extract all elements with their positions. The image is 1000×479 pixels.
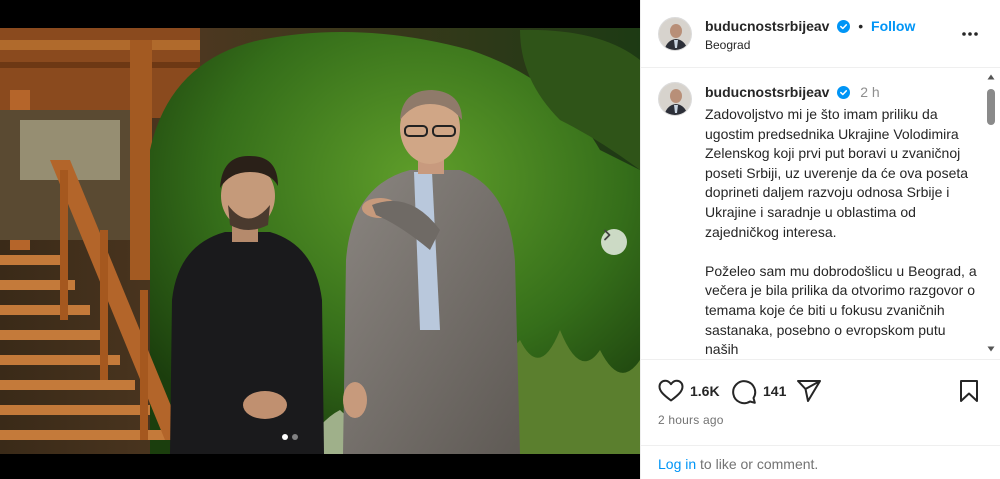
save-button[interactable] xyxy=(958,379,980,408)
caption-paragraph: Zadovoljstvo mi je što imam priliku da u… xyxy=(705,106,969,240)
scroll-down-arrow-icon[interactable] xyxy=(987,345,995,353)
caption-area[interactable]: buducnostsrbijeav 2 h Zadovoljstvo mi je… xyxy=(641,69,1000,359)
username-link[interactable]: buducnostsrbijeav xyxy=(705,18,829,34)
comments-count[interactable]: 141 xyxy=(763,383,786,399)
likes-count[interactable]: 1.6K xyxy=(690,383,720,399)
caption-text: Zadovoljstvo mi je što imam priliku da u… xyxy=(705,105,977,359)
carousel-next-button[interactable] xyxy=(601,229,627,255)
post-side-panel: buducnostsrbijeav • Follow Beograd buduc… xyxy=(640,0,1000,479)
login-prompt: Log in to like or comment. xyxy=(641,445,1000,479)
scrollbar-thumb[interactable] xyxy=(987,89,995,125)
login-prompt-text: to like or comment. xyxy=(696,456,819,472)
more-options-button[interactable] xyxy=(960,24,980,49)
carousel-indicators xyxy=(282,434,298,440)
avatar-image xyxy=(659,83,691,115)
share-button[interactable] xyxy=(796,379,822,408)
bookmark-icon xyxy=(960,380,978,402)
avatar[interactable] xyxy=(658,17,692,51)
avatar[interactable] xyxy=(658,82,692,116)
verified-badge-icon xyxy=(837,86,851,99)
share-icon xyxy=(797,380,821,402)
avatar-image xyxy=(659,18,691,50)
location-link[interactable]: Beograd xyxy=(705,38,750,52)
comment-icon xyxy=(732,380,757,405)
caption-username-link[interactable]: buducnostsrbijeav xyxy=(705,84,829,100)
caption-scrollbar[interactable] xyxy=(984,71,998,357)
chevron-right-icon xyxy=(604,229,611,241)
follow-button[interactable]: Follow xyxy=(871,18,915,34)
post-photo[interactable] xyxy=(0,0,640,479)
caption-paragraph: Poželeo sam mu dobrodošlicu u Beograd, a… xyxy=(705,262,977,358)
post-header: buducnostsrbijeav • Follow Beograd xyxy=(641,0,1000,68)
post-actions: 1.6K 141 2 hours ago xyxy=(641,359,1000,459)
carousel-dot-active xyxy=(282,434,288,440)
separator-dot: • xyxy=(858,18,864,34)
scroll-up-arrow-icon[interactable] xyxy=(987,73,995,81)
verified-badge-icon xyxy=(837,20,851,33)
heart-icon xyxy=(658,379,684,402)
carousel-dot xyxy=(292,434,298,440)
comment-button[interactable] xyxy=(731,379,757,410)
photo-illustration xyxy=(0,0,640,479)
instagram-post-modal: buducnostsrbijeav • Follow Beograd buduc… xyxy=(0,0,1000,479)
post-time-ago[interactable]: 2 hours ago xyxy=(658,413,724,427)
login-link[interactable]: Log in xyxy=(658,456,696,472)
caption-timestamp[interactable]: 2 h xyxy=(860,84,879,100)
more-options-icon xyxy=(962,32,978,36)
like-button[interactable] xyxy=(658,379,684,408)
